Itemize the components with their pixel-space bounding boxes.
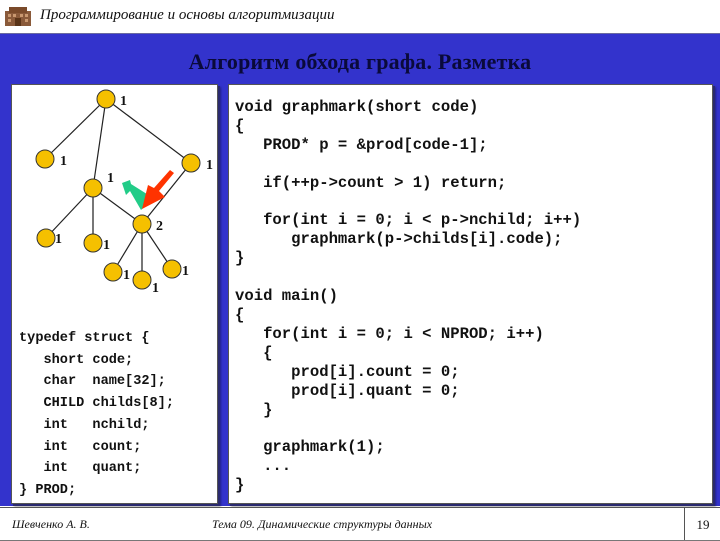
footer-topic: Тема 09. Динамические структуры данных <box>212 517 433 531</box>
graph-edge <box>45 187 94 239</box>
graph-edge <box>92 98 107 189</box>
graph-node-label: 1 <box>55 232 62 247</box>
graph-edge <box>105 98 192 164</box>
course-title: Программирование и основы алгоритмизации <box>40 7 335 23</box>
slide-header: Программирование и основы алгоритмизации <box>0 0 720 34</box>
graph-node <box>132 270 152 290</box>
page-number: 19 <box>684 508 720 541</box>
graph-node <box>132 214 152 234</box>
graph-node <box>162 259 182 279</box>
struct-code-block: typedef struct { short code; char name[3… <box>19 331 174 498</box>
graph-node <box>35 149 55 169</box>
graph-node <box>103 262 123 282</box>
slide-footer: Шевченко А. В. Тема 09. Динамические стр… <box>0 507 720 541</box>
graph-node-label: 1 <box>60 154 67 169</box>
main-code-block: void graphmark(short code) { PROD* p = &… <box>235 98 582 495</box>
footer-author: Шевченко А. В. <box>12 517 90 531</box>
slide-title: Алгоритм обхода графа. Разметка <box>188 49 532 74</box>
graph-node-label: 1 <box>103 238 110 253</box>
building-logo-icon <box>5 7 31 26</box>
graph-node <box>83 178 103 198</box>
graph-node-label: 1 <box>120 94 127 109</box>
graph-node <box>36 228 56 248</box>
right-panel: void graphmark(short code) { PROD* p = &… <box>228 84 713 504</box>
graph-node <box>83 233 103 253</box>
graph-node-label: 1 <box>152 281 159 296</box>
graph-node-label: 1 <box>107 171 114 186</box>
graph-node-label: 1 <box>123 268 130 283</box>
graph-node-label: 1 <box>182 264 189 279</box>
graph-node-label: 1 <box>206 158 213 173</box>
graph-node <box>181 153 201 173</box>
graph-node <box>96 89 116 109</box>
graph-edge <box>44 98 107 160</box>
left-panel: 1111211111 typedef struct { short code; … <box>11 84 218 504</box>
graph-node-label: 2 <box>156 219 163 234</box>
graph-diagram: 11 1121 1111 <box>35 89 213 296</box>
